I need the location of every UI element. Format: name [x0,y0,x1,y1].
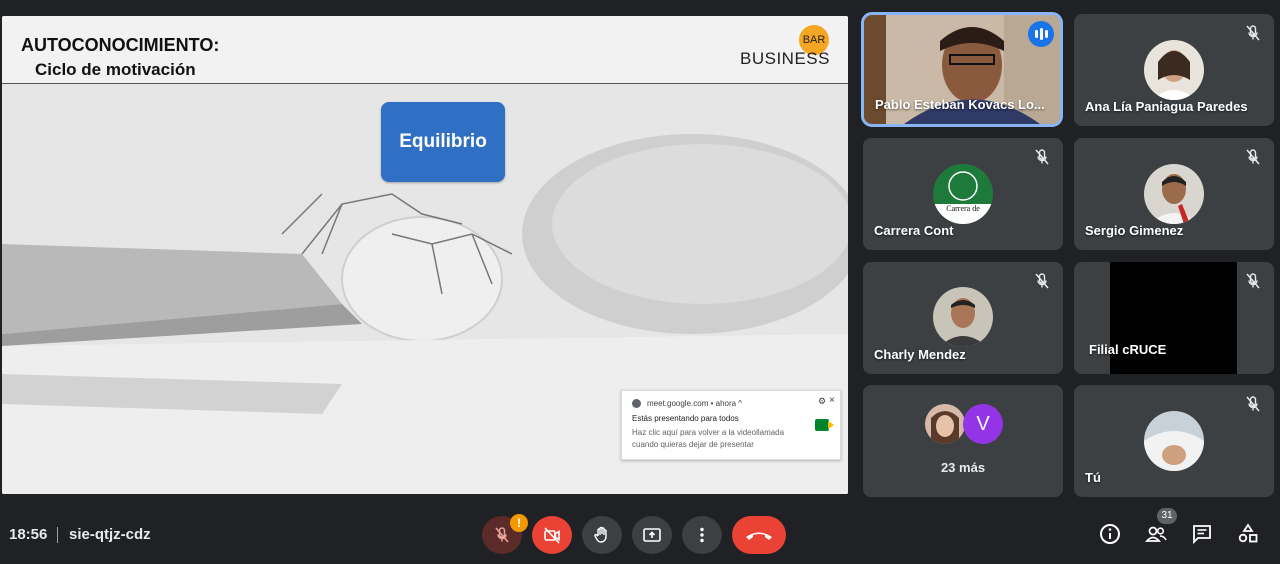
mic-off-icon [1246,396,1260,412]
close-icon[interactable]: × [829,395,835,406]
participant-tile-carrera[interactable]: Carrera de Carrera Cont [863,138,1063,250]
mic-off-icon [1035,149,1049,165]
participant-tile-filial[interactable]: Filial cRUCE [1074,262,1274,374]
participant-name: Sergio Gimenez [1085,223,1184,238]
participant-tile-pablo[interactable]: Pablo Esteban Kovacs Lo... [861,12,1063,127]
avatar: Carrera de [933,164,993,224]
gear-icon[interactable]: ⚙ [818,396,826,407]
participant-name: Carrera Cont [874,223,954,238]
meeting-time: 18:56 [9,526,48,543]
meeting-code: sie-qtjz-cdz [69,526,151,543]
avatar [1144,40,1204,100]
present-screen-button[interactable] [632,516,672,554]
avatar-text: Carrera de [946,204,980,213]
mic-off-icon [495,527,509,543]
participant-name: Filial cRUCE [1089,342,1167,357]
participant-tile-charly[interactable]: Charly Mendez [863,262,1063,374]
hang-up-icon [746,532,772,540]
bottom-toolbar: 18:56 sie-qtjz-cdz ! 31 [0,506,1280,564]
avatar [925,404,965,444]
notification-body: Haz clic aquí para volver a la videollam… [632,428,785,449]
slide-subtitle: Ciclo de motivación [35,60,196,79]
slide-title: AUTOCONOCIMIENTO: [21,35,220,55]
camera-off-icon [544,527,560,544]
participant-name: Ana Lía Paniagua Paredes [1085,99,1248,114]
notification-source: meet.google.com • ahora ^ [647,399,743,408]
info-icon[interactable] [1098,522,1122,546]
avatar [1144,411,1204,471]
avatar [1144,164,1204,224]
more-participants-label: 23 más [940,460,986,475]
logo-text: BUSINESS [740,49,830,68]
mic-off-icon [1035,273,1049,289]
hand-icon [594,526,607,543]
more-options-button[interactable] [682,516,722,554]
meet-icon [815,419,834,431]
slide-header: AUTOCONOCIMIENTO: Ciclo de motivación BA… [2,16,848,84]
microphone-warning-badge: ! [510,514,528,532]
end-call-button[interactable] [732,516,786,554]
equilibrio-box: Equilibrio [381,102,505,182]
participant-tile-you[interactable]: Tú [1074,385,1274,497]
participant-video [1110,262,1237,374]
mic-off-icon [1246,25,1260,41]
mic-off-icon [1246,149,1260,165]
camera-button[interactable] [532,516,572,554]
mic-off-icon [1246,273,1260,289]
presenting-notification[interactable]: meet.google.com • ahora ^ ⚙ × Estás pres… [621,390,841,460]
browser-icon [632,399,641,408]
participant-tile-sergio[interactable]: Sergio Gimenez [1074,138,1274,250]
participant-name: Charly Mendez [874,347,966,362]
people-icon[interactable] [1144,522,1168,546]
speaking-indicator-icon [1028,21,1054,47]
raise-hand-button[interactable] [582,516,622,554]
participant-name: Tú [1085,470,1101,485]
participant-count-badge: 31 [1157,508,1177,524]
participant-tile-ana[interactable]: Ana Lía Paniagua Paredes [1074,14,1274,126]
more-vert-icon [700,527,704,543]
chat-icon[interactable] [1190,522,1214,546]
notification-title: Estás presentando para todos [632,414,739,423]
avatar-letter: V [963,404,1003,444]
presentation-area: AUTOCONOCIMIENTO: Ciclo de motivación BA… [2,16,848,494]
avatar [933,287,993,347]
participant-name: Pablo Esteban Kovacs Lo... [875,97,1045,112]
activities-icon[interactable] [1236,522,1260,546]
divider [57,527,58,543]
present-icon [643,528,661,542]
participant-tile-more[interactable]: V 23 más [863,385,1063,497]
